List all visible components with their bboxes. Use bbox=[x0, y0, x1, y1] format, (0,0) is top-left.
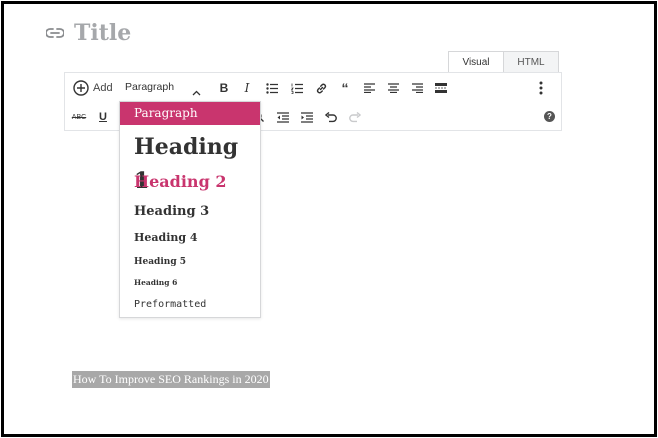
add-label: Add bbox=[93, 82, 113, 94]
title-row: Title bbox=[46, 18, 131, 48]
editor-tabs: Visual HTML bbox=[448, 51, 559, 73]
align-left-icon[interactable] bbox=[361, 80, 377, 96]
window-frame: Title Visual HTML Add Paragraph B I “ AB… bbox=[1, 1, 657, 437]
tab-html[interactable]: HTML bbox=[503, 51, 559, 73]
format-option-paragraph[interactable]: Paragraph bbox=[120, 102, 260, 125]
selected-content-text[interactable]: How To Improve SEO Rankings in 2020 bbox=[72, 371, 270, 388]
bold-icon[interactable]: B bbox=[216, 80, 232, 96]
redo-icon[interactable] bbox=[347, 109, 363, 125]
underline-icon[interactable]: U bbox=[95, 109, 111, 125]
format-option-heading-6[interactable]: Heading 6 bbox=[120, 275, 260, 291]
align-center-icon[interactable] bbox=[385, 80, 401, 96]
format-option-heading-2[interactable]: Heading 2 bbox=[120, 169, 260, 195]
indent-icon[interactable] bbox=[299, 109, 315, 125]
format-option-heading-5[interactable]: Heading 5 bbox=[120, 253, 260, 271]
italic-icon[interactable]: I bbox=[239, 80, 255, 96]
plus-circle-icon bbox=[73, 80, 89, 96]
undo-icon[interactable] bbox=[323, 109, 339, 125]
strikethrough-icon[interactable]: ABC bbox=[71, 109, 87, 125]
format-option-heading-4[interactable]: Heading 4 bbox=[120, 228, 260, 248]
format-select[interactable]: Paragraph bbox=[125, 81, 174, 93]
more-options-icon[interactable] bbox=[533, 80, 549, 96]
align-right-icon[interactable] bbox=[409, 80, 425, 96]
insert-link-icon[interactable] bbox=[313, 80, 329, 96]
read-more-icon[interactable] bbox=[433, 80, 449, 96]
format-option-heading-3[interactable]: Heading 3 bbox=[120, 201, 260, 223]
chevron-up-icon[interactable] bbox=[192, 83, 201, 101]
format-option-heading-1[interactable]: Heading 1 bbox=[120, 130, 260, 194]
numbered-list-icon[interactable] bbox=[289, 80, 305, 96]
help-icon[interactable]: ? bbox=[544, 111, 555, 122]
outdent-icon[interactable] bbox=[275, 109, 291, 125]
format-dropdown-menu: Paragraph Heading 1 Heading 2 Heading 3 … bbox=[119, 101, 261, 318]
tab-visual[interactable]: Visual bbox=[448, 51, 504, 73]
link-icon[interactable] bbox=[46, 24, 64, 42]
post-title[interactable]: Title bbox=[74, 20, 131, 46]
add-block-button[interactable]: Add bbox=[73, 78, 113, 98]
bullet-list-icon[interactable] bbox=[264, 80, 280, 96]
blockquote-icon[interactable]: “ bbox=[337, 80, 353, 96]
format-option-preformatted[interactable]: Preformatted bbox=[120, 296, 260, 314]
